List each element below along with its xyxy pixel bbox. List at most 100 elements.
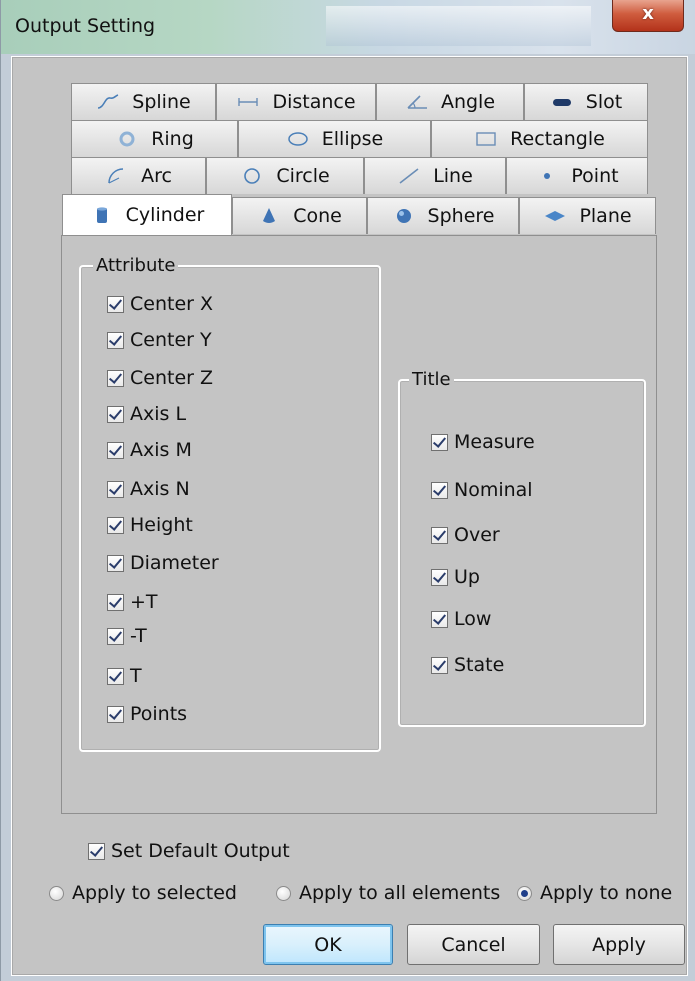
- tab-label-cone: Cone: [293, 205, 342, 227]
- tab-sphere[interactable]: Sphere: [367, 197, 519, 234]
- tab-label-point: Point: [571, 165, 619, 187]
- tab-label-distance: Distance: [272, 91, 356, 113]
- checkbox-label: Center Y: [130, 329, 212, 351]
- checkbox-box[interactable]: [107, 667, 124, 685]
- ring-icon: [119, 131, 135, 147]
- checkbox-label: +T: [130, 591, 158, 613]
- checkbox-box[interactable]: [107, 405, 124, 423]
- radio-apply-to-none[interactable]: Apply to none: [517, 882, 672, 904]
- checkbox-box[interactable]: [431, 526, 448, 544]
- apply-button[interactable]: Apply: [553, 924, 685, 965]
- checkbox-state[interactable]: State: [431, 654, 504, 676]
- title-group-legend: Title: [409, 369, 454, 390]
- checkbox-up[interactable]: Up: [431, 566, 480, 588]
- checkbox-box[interactable]: [107, 441, 124, 459]
- checkbox-over[interactable]: Over: [431, 524, 500, 546]
- tab-rectangle[interactable]: Rectangle: [431, 120, 648, 157]
- tab-distance[interactable]: Distance: [216, 83, 376, 120]
- radio-label: Apply to none: [540, 882, 673, 904]
- tab-point[interactable]: Point: [506, 157, 648, 194]
- title-bar[interactable]: Output Setting x: [1, 0, 695, 54]
- tab-ring[interactable]: Ring: [71, 120, 238, 157]
- checkbox-box[interactable]: [107, 627, 124, 645]
- tab-cylinder[interactable]: Cylinder: [62, 194, 232, 235]
- tab-cone[interactable]: Cone: [232, 197, 367, 234]
- checkbox-box[interactable]: [431, 481, 448, 499]
- checkbox-height[interactable]: Height: [107, 514, 193, 536]
- checkbox-box[interactable]: [431, 433, 448, 451]
- radio-button[interactable]: [517, 885, 532, 901]
- cancel-button[interactable]: Cancel: [407, 924, 540, 965]
- line-icon: [399, 168, 419, 184]
- checkbox-plus-t[interactable]: +T: [107, 591, 158, 613]
- checkbox-label: Axis L: [130, 403, 187, 425]
- tab-label-sphere: Sphere: [427, 205, 495, 227]
- tab-label-spline: Spline: [132, 91, 191, 113]
- checkbox-t[interactable]: T: [107, 665, 142, 687]
- checkbox-center-x[interactable]: Center X: [107, 293, 213, 315]
- radio-label: Apply to all elements: [299, 882, 501, 904]
- checkbox-diameter[interactable]: Diameter: [107, 552, 219, 574]
- checkbox-points[interactable]: Points: [107, 703, 187, 725]
- tab-ellipse[interactable]: Ellipse: [238, 120, 431, 157]
- tab-arc[interactable]: Arc: [71, 157, 206, 194]
- checkbox-label: Axis M: [130, 439, 192, 461]
- checkbox-nominal[interactable]: Nominal: [431, 479, 533, 501]
- radio-apply-to-selected[interactable]: Apply to selected: [49, 882, 237, 904]
- distance-icon: [238, 98, 259, 106]
- checkbox-box[interactable]: [431, 568, 448, 586]
- tab-label-arc: Arc: [141, 165, 172, 187]
- checkbox-axis-l[interactable]: Axis L: [107, 403, 186, 425]
- tab-label-rectangle: Rectangle: [510, 128, 605, 150]
- checkbox-box[interactable]: [107, 705, 124, 723]
- checkbox-axis-m[interactable]: Axis M: [107, 439, 192, 461]
- checkbox-box[interactable]: [107, 369, 124, 387]
- circle-icon: [244, 168, 261, 184]
- tab-spline[interactable]: Spline: [71, 83, 216, 120]
- checkbox-measure[interactable]: Measure: [431, 431, 535, 453]
- arc-icon: [108, 168, 124, 184]
- checkbox-minus-t[interactable]: -T: [107, 625, 147, 647]
- checkbox-box[interactable]: [107, 554, 124, 572]
- checkbox-box[interactable]: [107, 593, 124, 611]
- ok-button[interactable]: OK: [263, 924, 393, 965]
- tab-plane[interactable]: Plane: [519, 197, 656, 234]
- checkbox-center-y[interactable]: Center Y: [107, 329, 212, 351]
- checkbox-label: Nominal: [454, 479, 533, 501]
- checkbox-box[interactable]: [107, 516, 124, 534]
- checkbox-box[interactable]: [431, 656, 448, 674]
- close-button[interactable]: x: [612, 0, 684, 32]
- checkbox-center-z[interactable]: Center Z: [107, 367, 213, 389]
- checkbox-label: Set Default Output: [111, 840, 290, 862]
- checkbox-label: Center X: [130, 293, 214, 315]
- radio-apply-to-all-elements[interactable]: Apply to all elements: [276, 882, 500, 904]
- title-bar-glare: [326, 6, 591, 46]
- checkbox-low[interactable]: Low: [431, 608, 491, 630]
- checkbox-box[interactable]: [107, 480, 124, 498]
- checkbox-box[interactable]: [107, 295, 124, 313]
- checkbox-label: Points: [130, 703, 188, 725]
- tab-line[interactable]: Line: [364, 157, 506, 194]
- sphere-icon: [396, 209, 411, 223]
- tab-circle[interactable]: Circle: [206, 157, 364, 194]
- window-title: Output Setting: [15, 15, 156, 37]
- slot-icon: [552, 99, 571, 106]
- checkbox-box[interactable]: [88, 842, 105, 860]
- checkbox-box[interactable]: [107, 331, 124, 349]
- tab-angle[interactable]: Angle: [376, 83, 524, 120]
- tab-slot[interactable]: Slot: [524, 83, 648, 120]
- checkbox-label: T: [130, 665, 142, 687]
- checkbox-axis-n[interactable]: Axis N: [107, 478, 190, 500]
- attribute-group-legend: Attribute: [93, 255, 179, 276]
- ellipse-icon: [288, 132, 308, 146]
- radio-button[interactable]: [276, 885, 291, 901]
- radio-button[interactable]: [49, 885, 64, 901]
- tab-label-angle: Angle: [440, 91, 496, 113]
- tab-label-line: Line: [433, 165, 473, 187]
- checkbox-set-default-output[interactable]: Set Default Output: [88, 840, 290, 862]
- cylinder-icon: [96, 207, 107, 223]
- checkbox-box[interactable]: [431, 610, 448, 628]
- checkbox-label: State: [454, 654, 505, 676]
- checkbox-label: Over: [454, 524, 500, 546]
- cone-icon: [263, 208, 276, 223]
